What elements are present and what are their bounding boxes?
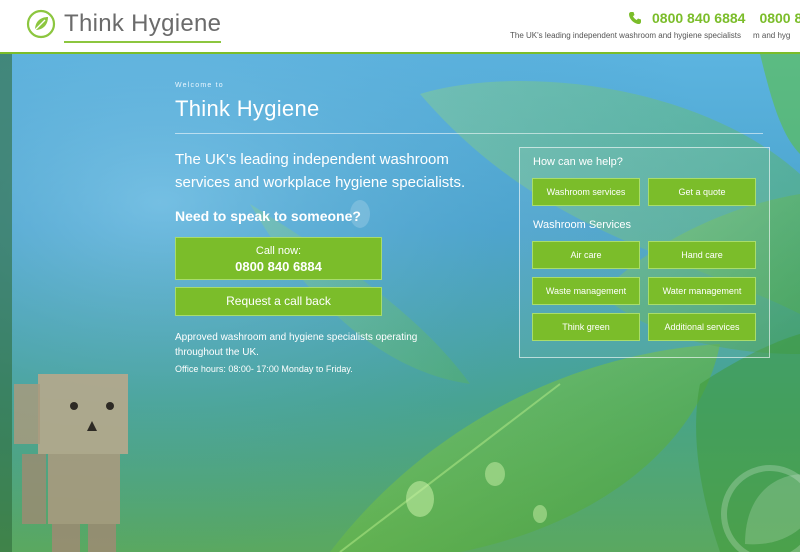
header-phone-number[interactable]: 0800 840 6884: [652, 10, 745, 26]
help-panel: How can we help? Washroom services Get a…: [519, 147, 770, 358]
hand-care-button[interactable]: Hand care: [648, 241, 756, 269]
waste-management-button[interactable]: Waste management: [532, 277, 640, 305]
help-heading: How can we help?: [533, 156, 623, 168]
welcome-label: Welcome to: [175, 82, 224, 89]
speak-heading: Need to speak to someone?: [175, 208, 361, 224]
header-phone-number-repeat[interactable]: 0800 8: [759, 10, 800, 26]
washroom-services-heading: Washroom Services: [533, 219, 632, 231]
water-management-button[interactable]: Water management: [648, 277, 756, 305]
hero-intro: The UK's leading independent washroom se…: [175, 151, 466, 191]
header-tagline: The UK's leading independent washroom an…: [510, 31, 790, 40]
cardboard-robot-figure: [14, 374, 128, 552]
approved-text: Approved washroom and hygiene specialist…: [175, 332, 418, 358]
washroom-services-button[interactable]: Washroom services: [532, 178, 640, 206]
call-now-number: 0800 840 6884: [235, 259, 322, 274]
request-callback-button[interactable]: Request a call back: [175, 287, 382, 316]
call-now-label: Call now:: [255, 245, 302, 257]
logo-text: Think Hygiene: [64, 10, 222, 43]
phone-icon: [629, 12, 641, 24]
additional-services-button[interactable]: Additional services: [648, 313, 756, 341]
air-care-button[interactable]: Air care: [532, 241, 640, 269]
site-logo[interactable]: Think Hygiene: [26, 9, 222, 43]
title-divider: [175, 133, 763, 134]
header-contact: 0800 840 6884 0800 8 The UK's leading in…: [510, 10, 800, 50]
office-hours: Office hours: 08:00- 17:00 Monday to Fri…: [175, 364, 353, 374]
tagline-text-repeat: m and hyg: [753, 31, 791, 40]
header-divider: [0, 52, 800, 54]
get-a-quote-button[interactable]: Get a quote: [648, 178, 756, 206]
site-header: Think Hygiene 0800 840 6884 0800 8 The U…: [0, 0, 800, 52]
tagline-text: The UK's leading independent washroom an…: [510, 31, 742, 40]
think-green-button[interactable]: Think green: [532, 313, 640, 341]
call-now-button[interactable]: Call now: 0800 840 6884: [175, 237, 382, 280]
leaf-icon: [26, 9, 56, 39]
hero-title: Think Hygiene: [175, 96, 320, 121]
